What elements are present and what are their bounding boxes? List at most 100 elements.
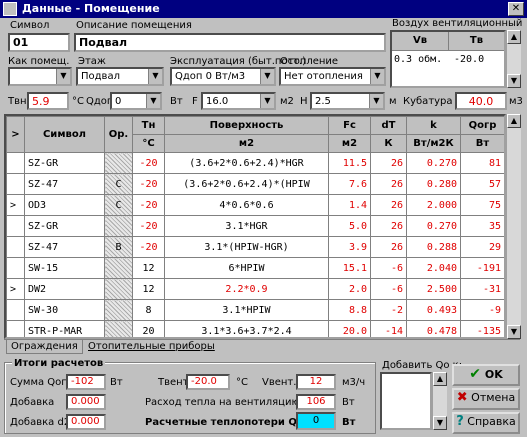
k-cell[interactable]: 2.000 [406,194,461,216]
surface-cell[interactable]: 4*0.6*0.6 [164,194,329,216]
orientation-cell[interactable] [104,152,133,174]
surface-cell[interactable]: 6*HPIW [164,257,329,279]
fc-cell[interactable]: 5.0 [328,215,371,237]
table-row[interactable]: STR-P-MAR 20 3.1*3.6+3.7*2.4 20.0 -14 0.478 -1… [6,320,504,337]
orientation-cell[interactable]: C [104,194,133,216]
surface-cell[interactable]: (3.6+2*0.6+2.4)*(HPIW [164,173,329,195]
help-button[interactable]: ? Справка [452,412,520,434]
add-qo-scrollbar[interactable]: ▲ ▼ [432,372,447,430]
air-vent-scrollbar[interactable]: ▲ ▼ [506,30,521,88]
fc-cell[interactable]: 7.6 [328,173,371,195]
dt-cell[interactable]: -6 [370,278,407,300]
symbol-cell[interactable]: SZ-47 [24,236,105,258]
walls-grid[interactable]: > Символ Ор. Тн Поверхность Fc dT k Qогр… [4,114,506,339]
orientation-cell[interactable] [104,299,133,321]
qogr-cell[interactable]: 29 [460,236,504,258]
volume-input[interactable]: 40.0 [455,92,507,110]
orientation-cell[interactable]: B [104,236,133,258]
qogr-cell[interactable]: -191 [460,257,504,279]
qogr-cell[interactable]: -31 [460,278,504,300]
qogr-cell[interactable]: 57 [460,173,504,195]
symbol-cell[interactable]: DW2 [24,278,105,300]
col-dt[interactable]: dT [370,116,407,135]
k-cell[interactable]: 0.270 [406,215,461,237]
k-cell[interactable]: 0.493 [406,299,461,321]
k-cell[interactable]: 0.280 [406,173,461,195]
dt-cell[interactable]: 26 [370,194,407,216]
symbol-cell[interactable]: SZ-47 [24,173,105,195]
scroll-up-icon[interactable]: ▲ [507,30,521,44]
description-input[interactable]: Подвал [74,33,386,52]
k-cell[interactable]: 0.288 [406,236,461,258]
marker-cell[interactable] [6,236,25,258]
dt-cell[interactable]: 26 [370,236,407,258]
col-marker[interactable]: > [6,116,25,153]
col-symbol[interactable]: Символ [24,116,105,153]
fc-cell[interactable]: 1.4 [328,194,371,216]
dt-cell[interactable]: -2 [370,299,407,321]
tab-walls[interactable]: Ограждения [6,340,83,354]
table-row[interactable]: SZ-GR -20 (3.6+2*0.6+2.4)*HGR 11.5 26 0.270 81 [6,152,504,174]
scroll-down-icon[interactable]: ▼ [507,325,521,339]
tn-cell[interactable]: 12 [132,278,165,300]
table-row[interactable]: SZ-47 B -20 3.1*(HPIW-HGR) 3.9 26 0.288 29 [6,236,504,258]
tn-cell[interactable]: 8 [132,299,165,321]
surface-cell[interactable]: 3.1*(HPIW-HGR) [164,236,329,258]
col-surface[interactable]: Поверхность [164,116,329,135]
orientation-cell[interactable] [104,215,133,237]
surface-cell[interactable]: (3.6+2*0.6+2.4)*HGR [164,152,329,174]
k-cell[interactable]: 2.500 [406,278,461,300]
f-select[interactable]: 16.0 ▼ [201,92,276,110]
dt-cell[interactable]: 26 [370,152,407,174]
heating-select[interactable]: Нет отопления ▼ [279,67,386,86]
table-row[interactable]: SW-15 12 6*HPIW 15.1 -6 2.040 -191 [6,257,504,279]
floor-select[interactable]: Подвал ▼ [76,67,164,86]
marker-cell[interactable] [6,257,25,279]
ok-button[interactable]: ✔ OK [452,364,520,386]
table-row[interactable]: > OD3 C -20 4*0.6*0.6 1.4 26 2.000 75 [6,194,504,216]
symbol-input[interactable]: 01 [8,33,70,52]
qogr-cell[interactable]: -9 [460,299,504,321]
tn-cell[interactable]: -20 [132,152,165,174]
marker-cell[interactable] [6,152,25,174]
marker-cell[interactable] [6,173,25,195]
tn-cell[interactable]: 12 [132,257,165,279]
fc-cell[interactable]: 8.8 [328,299,371,321]
marker-cell[interactable] [6,299,25,321]
qdop-select[interactable]: 0 ▼ [110,92,162,110]
exploitation-select[interactable]: Qдоп 0 Вт/м3 ▼ [170,67,276,86]
addition-field[interactable]: 0.000 [66,394,106,410]
chevron-down-icon[interactable]: ▼ [146,94,160,108]
col-qogr[interactable]: Qогр [460,116,504,135]
surface-cell[interactable]: 3.1*HGR [164,215,329,237]
scroll-down-icon[interactable]: ▼ [507,74,521,88]
qogr-cell[interactable]: -135 [460,320,504,337]
table-row[interactable]: SZ-GR -20 3.1*HGR 5.0 26 0.270 35 [6,215,504,237]
dt-cell[interactable]: -14 [370,320,407,337]
tn-cell[interactable]: -20 [132,236,165,258]
chevron-down-icon[interactable]: ▼ [148,69,162,84]
qogr-cell[interactable]: 81 [460,152,504,174]
col-fc[interactable]: Fc [328,116,371,135]
k-cell[interactable]: 0.270 [406,152,461,174]
symbol-cell[interactable]: STR-P-MAR [24,320,105,337]
qogr-cell[interactable]: 35 [460,215,504,237]
fc-cell[interactable]: 2.0 [328,278,371,300]
dt-cell[interactable]: 26 [370,215,407,237]
k-cell[interactable]: 2.040 [406,257,461,279]
dt-cell[interactable]: -6 [370,257,407,279]
tvn-input[interactable]: 5.9 [27,92,69,110]
chevron-down-icon[interactable]: ▼ [369,94,383,108]
table-row[interactable]: SW-30 8 3.1*HPIW 8.8 -2 0.493 -9 [6,299,504,321]
chevron-down-icon[interactable]: ▼ [260,94,274,108]
marker-cell[interactable] [6,320,25,337]
fc-cell[interactable]: 11.5 [328,152,371,174]
surface-cell[interactable]: 2.2*0.9 [164,278,329,300]
qogr-cell[interactable]: 75 [460,194,504,216]
symbol-cell[interactable]: SZ-GR [24,215,105,237]
chevron-down-icon[interactable]: ▼ [56,69,70,84]
marker-cell[interactable]: > [6,194,25,216]
table-row[interactable]: SZ-47 C -20 (3.6+2*0.6+2.4)*(HPIW 7.6 26 0.280… [6,173,504,195]
tab-heating-devices[interactable]: Отопительные приборы [84,340,219,353]
orientation-cell[interactable] [104,278,133,300]
